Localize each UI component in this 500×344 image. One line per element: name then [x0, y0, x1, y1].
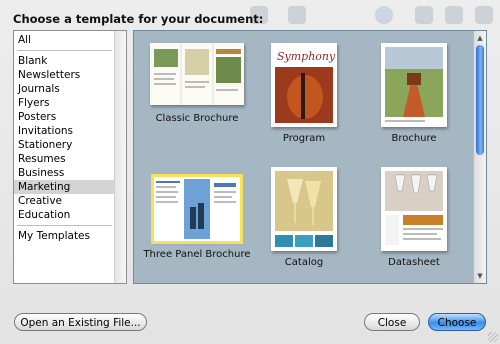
template-thumbnail-program[interactable]: Symphony [271, 43, 337, 127]
toolbar-ghost-icons [240, 4, 500, 28]
datasheet-preview [381, 167, 447, 251]
template-thumbnail-classic-brochure[interactable] [150, 43, 244, 105]
category-items: All Blank Newsletters Journals Flyers Posters… [14, 33, 115, 243]
gallery-scroll-thumb[interactable] [476, 45, 484, 155]
template-tile-datasheet[interactable]: Datasheet [359, 167, 469, 268]
gallery-scrollbar[interactable]: ▲ ▼ [473, 31, 486, 283]
template-gallery[interactable]: Classic Brochure Symphony Program Brochu… [133, 30, 487, 284]
template-thumbnail-datasheet[interactable] [381, 167, 447, 251]
category-item[interactable]: Marketing [14, 180, 115, 194]
classic-brochure-preview [150, 43, 244, 105]
template-tile-three-panel-brochure[interactable]: Three Panel Brochure [142, 174, 252, 260]
template-label: Program [282, 133, 326, 144]
template-label: Three Panel Brochure [143, 249, 251, 260]
choose-button[interactable]: Choose [428, 313, 486, 331]
template-label: Catalog [284, 257, 324, 268]
category-list[interactable]: All Blank Newsletters Journals Flyers Posters… [13, 30, 127, 284]
scroll-up-arrow-icon[interactable]: ▲ [476, 34, 484, 42]
category-item[interactable]: Posters [14, 110, 115, 124]
category-item[interactable]: All [14, 33, 115, 47]
template-label: Classic Brochure [155, 113, 239, 124]
photo-icon [288, 6, 306, 24]
scroll-down-arrow-icon[interactable]: ▼ [476, 272, 484, 280]
category-scrollbar[interactable] [114, 31, 126, 283]
category-item[interactable]: Creative [14, 194, 115, 208]
template-label: Brochure [391, 133, 437, 144]
close-button[interactable]: Close [364, 313, 420, 331]
template-tile-catalog[interactable]: Catalog [249, 167, 359, 268]
category-item[interactable]: Resumes [14, 152, 115, 166]
dialog-prompt: Choose a template for your document: [13, 12, 264, 26]
catalog-preview [271, 167, 337, 251]
category-item[interactable]: Stationery [14, 138, 115, 152]
open-existing-file-button[interactable]: Open an Existing File... [14, 313, 147, 331]
template-thumbnail-brochure[interactable] [381, 43, 447, 127]
template-tile-brochure[interactable]: Brochure [359, 43, 469, 144]
info-icon [375, 6, 393, 24]
category-divider [17, 50, 112, 51]
template-tile-program[interactable]: Symphony Program [249, 43, 359, 144]
brochure-preview [381, 43, 447, 127]
program-preview: Symphony [271, 43, 337, 127]
fonts-icon [445, 6, 463, 24]
category-item[interactable]: Journals [14, 82, 115, 96]
category-item[interactable]: Invitations [14, 124, 115, 138]
template-thumbnail-catalog[interactable] [271, 167, 337, 251]
three-panel-brochure-preview [154, 177, 240, 241]
category-item[interactable]: Business [14, 166, 115, 180]
category-divider [17, 225, 112, 226]
template-thumbnail-three-panel-brochure[interactable] [151, 174, 243, 244]
template-label: Datasheet [388, 257, 440, 268]
category-item-my-templates[interactable]: My Templates [14, 229, 115, 243]
program-cover-title: Symphony [277, 50, 336, 63]
adjust-icon [475, 6, 493, 24]
category-item[interactable]: Blank [14, 54, 115, 68]
category-item[interactable]: Newsletters [14, 68, 115, 82]
category-item[interactable]: Education [14, 208, 115, 222]
resize-grip-icon[interactable] [488, 332, 498, 342]
colors-icon [415, 6, 433, 24]
template-chooser-dialog: Choose a template for your document: All… [0, 0, 500, 344]
category-item[interactable]: Flyers [14, 96, 115, 110]
template-tile-classic-brochure[interactable]: Classic Brochure [142, 43, 252, 124]
